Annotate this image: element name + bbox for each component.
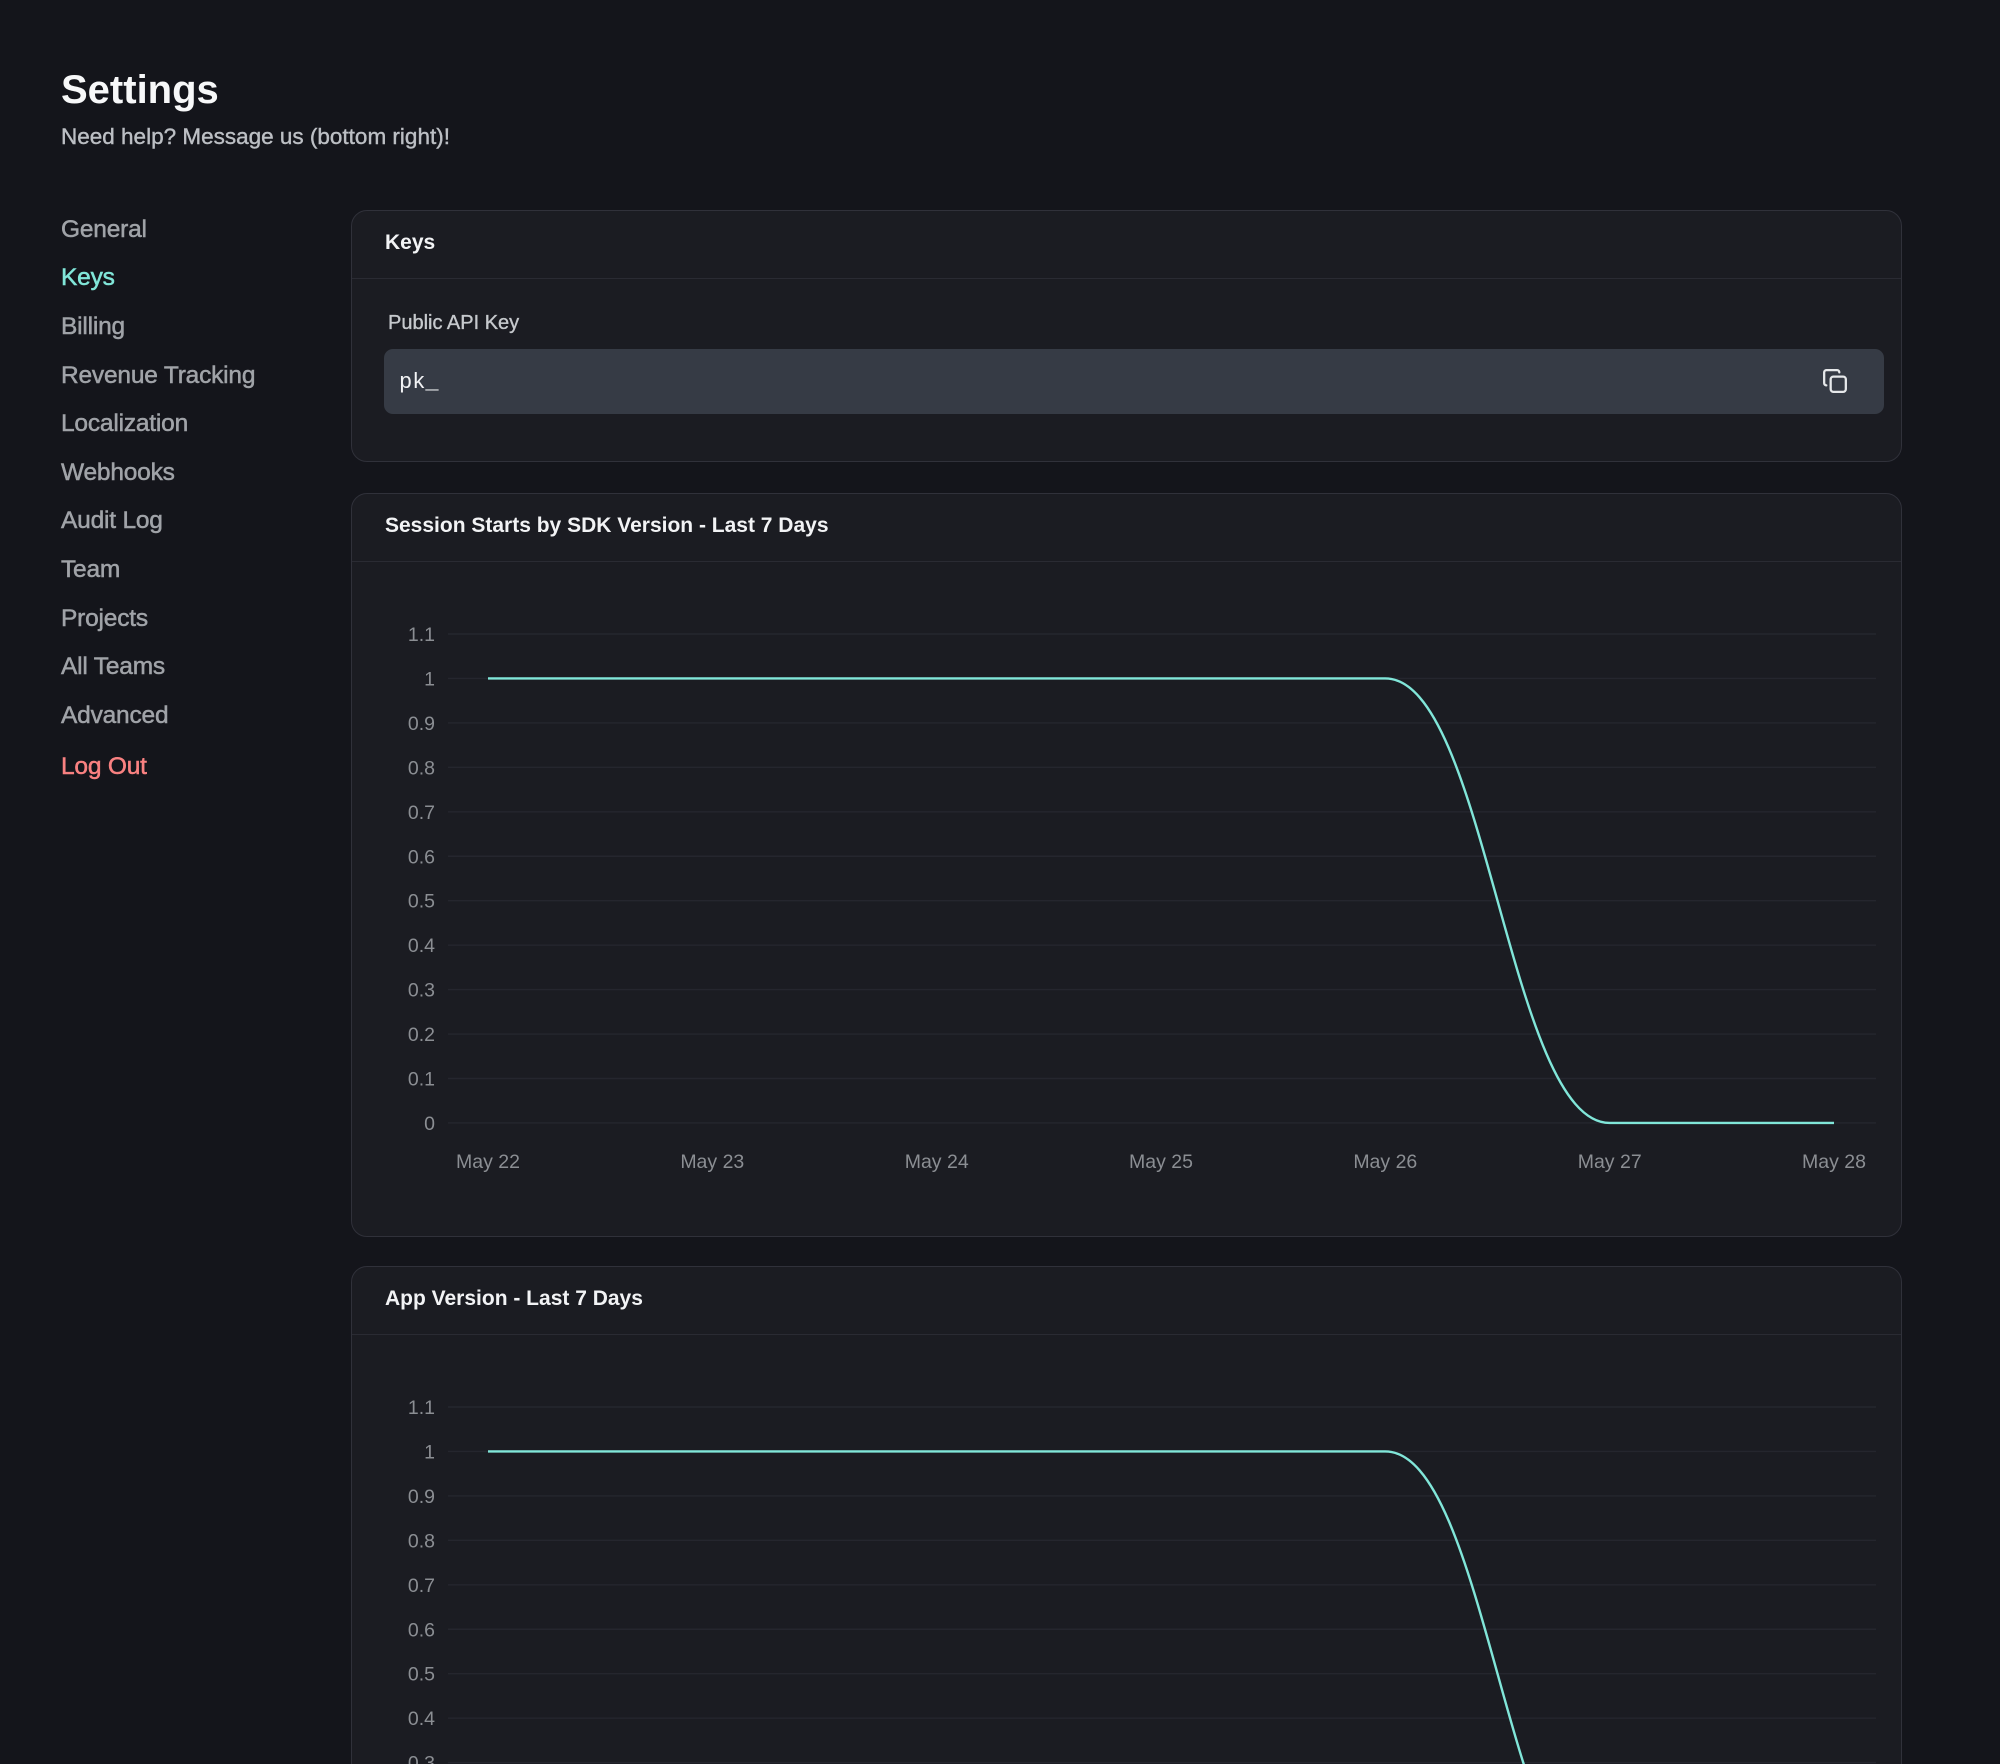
svg-text:May 27: May 27 xyxy=(1578,1151,1642,1173)
svg-text:0.4: 0.4 xyxy=(408,935,435,957)
svg-text:May 23: May 23 xyxy=(680,1151,744,1173)
svg-text:0.5: 0.5 xyxy=(408,1664,435,1686)
svg-text:1.1: 1.1 xyxy=(408,624,435,646)
svg-text:0.9: 0.9 xyxy=(408,1486,435,1508)
svg-text:0: 0 xyxy=(424,1113,435,1135)
svg-text:0.3: 0.3 xyxy=(408,980,435,1002)
svg-text:May 24: May 24 xyxy=(905,1151,969,1173)
svg-text:1: 1 xyxy=(424,668,435,690)
svg-text:0.2: 0.2 xyxy=(408,1024,435,1046)
svg-text:0.3: 0.3 xyxy=(408,1753,435,1764)
svg-text:0.7: 0.7 xyxy=(408,802,435,824)
svg-text:0.6: 0.6 xyxy=(408,1619,435,1641)
svg-text:0.8: 0.8 xyxy=(408,757,435,779)
svg-text:0.7: 0.7 xyxy=(408,1575,435,1597)
svg-text:1: 1 xyxy=(424,1441,435,1463)
svg-text:May 25: May 25 xyxy=(1129,1151,1193,1173)
svg-text:0.9: 0.9 xyxy=(408,713,435,735)
svg-text:May 28: May 28 xyxy=(1802,1151,1866,1173)
svg-text:0.8: 0.8 xyxy=(408,1530,435,1552)
svg-text:0.6: 0.6 xyxy=(408,846,435,868)
svg-text:0.1: 0.1 xyxy=(408,1069,435,1091)
svg-text:1.1: 1.1 xyxy=(408,1397,435,1419)
svg-text:0.5: 0.5 xyxy=(408,891,435,913)
svg-text:0.4: 0.4 xyxy=(408,1708,435,1730)
svg-text:May 26: May 26 xyxy=(1353,1151,1417,1173)
svg-text:May 22: May 22 xyxy=(456,1151,520,1173)
